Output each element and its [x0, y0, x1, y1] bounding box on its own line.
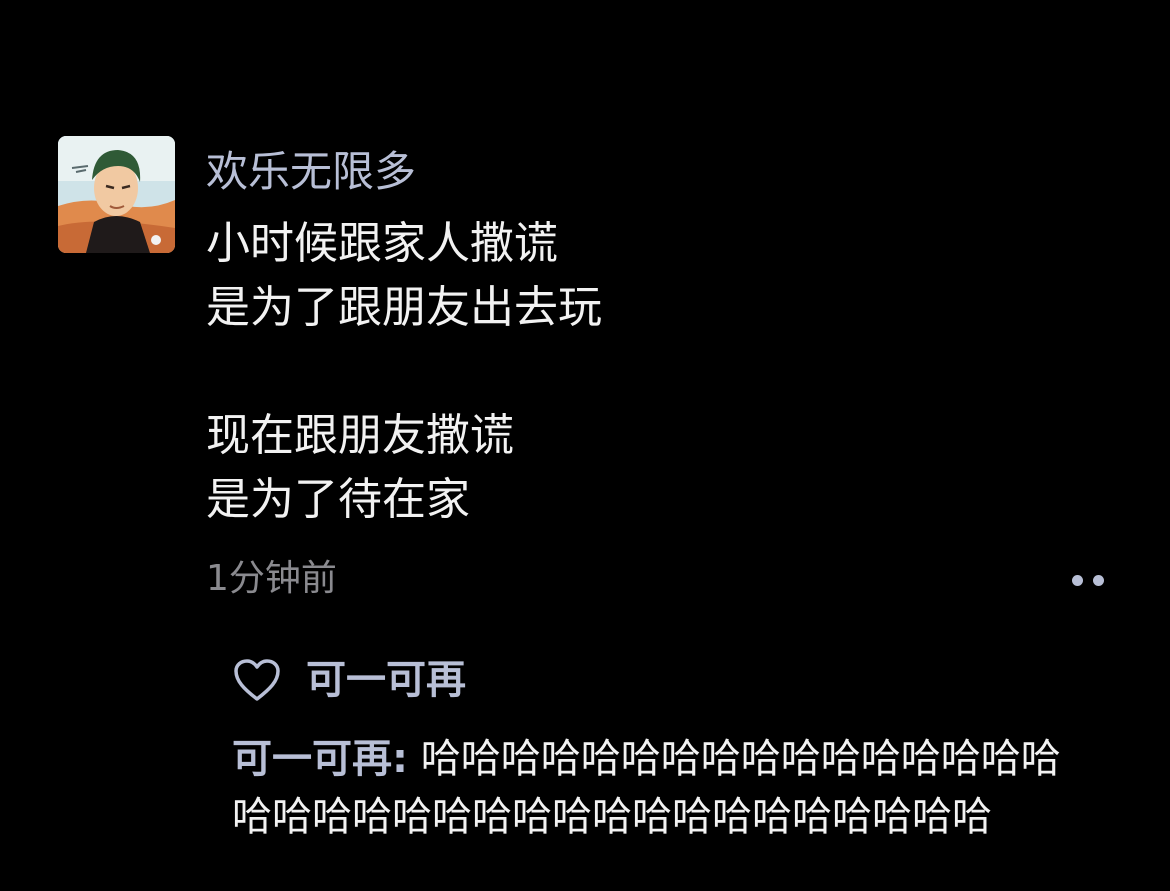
comment: 可一可再: 哈哈哈哈哈哈哈哈哈哈哈哈哈哈哈哈 哈哈哈哈哈哈哈哈哈哈哈哈哈哈哈哈哈…: [232, 730, 1132, 846]
content-line: 是为了待在家: [206, 474, 470, 525]
content-line: 小时候跟家人撒谎: [206, 218, 558, 269]
post-content: 小时候跟家人撒谎 是为了跟朋友出去玩 现在跟朋友撒谎 是为了待在家: [206, 212, 602, 532]
content-line-blank: [206, 340, 602, 404]
anime-character-avatar-icon: [58, 136, 175, 253]
more-options-button[interactable]: [1058, 560, 1118, 600]
avatar[interactable]: [58, 136, 175, 253]
comment-text: 哈哈哈哈哈哈哈哈哈哈哈哈哈哈哈哈哈哈哈: [232, 794, 992, 840]
content-line: 是为了跟朋友出去玩: [206, 282, 602, 333]
liker-name[interactable]: 可一可再: [306, 652, 466, 708]
comment-author[interactable]: 可一可再:: [232, 736, 408, 782]
comment-text: 哈哈哈哈哈哈哈哈哈哈哈哈哈哈哈哈: [408, 736, 1061, 782]
more-dots-icon: [1093, 574, 1104, 586]
likes-row: 可一可再: [232, 652, 466, 708]
content-line: 现在跟朋友撒谎: [206, 410, 514, 461]
more-dots-icon: [1072, 574, 1083, 586]
author-name[interactable]: 欢乐无限多: [206, 144, 416, 200]
post-timestamp: 1分钟前: [206, 558, 337, 599]
heart-icon[interactable]: [232, 657, 282, 703]
